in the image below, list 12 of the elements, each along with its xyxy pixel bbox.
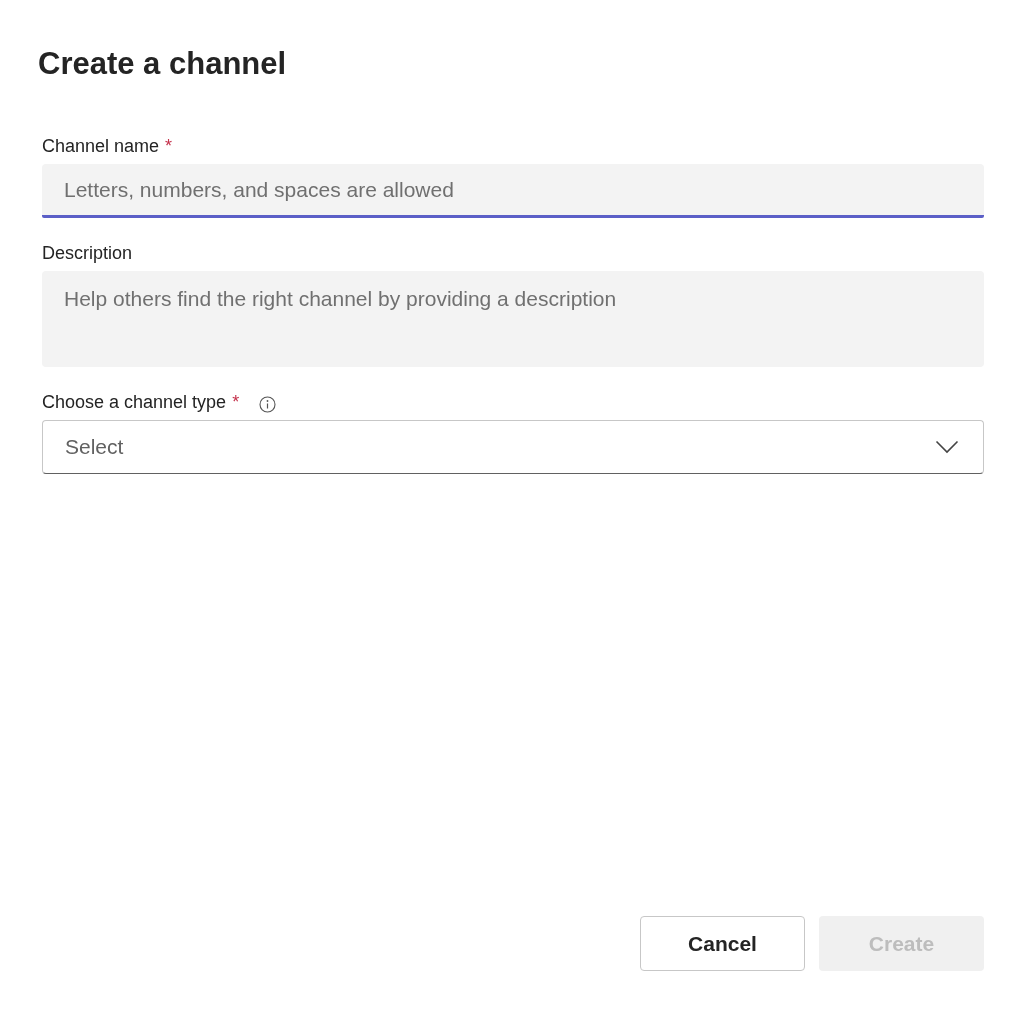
- dialog-title: Create a channel: [38, 45, 288, 83]
- info-icon[interactable]: [259, 395, 277, 413]
- required-mark: *: [165, 135, 173, 157]
- cancel-button[interactable]: Cancel: [640, 916, 805, 971]
- field-label: Choose a channel type: [42, 391, 227, 413]
- channel-type-dropdown[interactable]: Select: [42, 420, 984, 474]
- description-field[interactable]: Help others find the right channel by providing a description: [42, 271, 984, 367]
- chevron-down-icon: [935, 440, 959, 454]
- required-mark: *: [232, 391, 240, 413]
- channel-name-field[interactable]: Letters, numbers, and spaces are allowed: [42, 164, 984, 218]
- field-label: Description: [42, 242, 133, 264]
- field-label: Channel name: [42, 135, 160, 157]
